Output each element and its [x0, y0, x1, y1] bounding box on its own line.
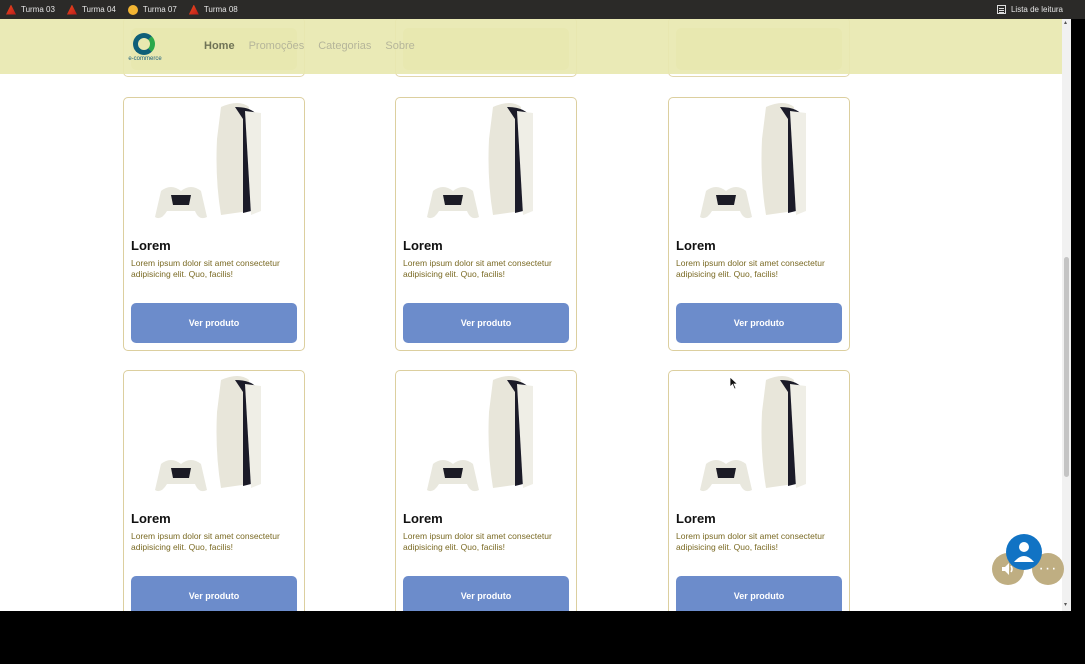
flame-icon [188, 4, 199, 15]
product-title: Lorem [676, 238, 716, 253]
scroll-thumb[interactable] [1064, 257, 1069, 477]
product-title: Lorem [131, 238, 171, 253]
bookmark-turma-08[interactable]: Turma 08 [188, 4, 238, 15]
e-logo-icon [133, 33, 155, 55]
scroll-up-icon[interactable]: ▴ [1064, 20, 1069, 26]
product-card: Lorem Lorem ipsum dolor sit amet consect… [668, 370, 850, 611]
product-image [427, 376, 533, 492]
screen-bottom-bar [0, 611, 1085, 664]
logo-text: e-commerce [128, 56, 162, 62]
product-image [155, 103, 261, 219]
logo[interactable]: e-commerce [122, 33, 168, 63]
product-image [700, 103, 806, 219]
page-viewport: e-commerce Home Promoções Categorias Sob… [0, 19, 1071, 611]
bookmark-label: Turma 03 [21, 5, 55, 14]
scroll-down-icon[interactable]: ▾ [1064, 602, 1069, 608]
bookmark-label: Turma 07 [142, 5, 177, 14]
reading-list-button[interactable]: Lista de leitura [996, 0, 1063, 19]
bookmarks-bar: Turma 03 Turma 04 Turma 07 Turma 08 List… [0, 0, 1085, 19]
bookmark-label: Turma 04 [81, 5, 116, 14]
product-title: Lorem [131, 511, 171, 526]
bookmark-turma-04[interactable]: Turma 04 [66, 4, 116, 15]
face-icon [127, 4, 138, 15]
product-card: Lorem Lorem ipsum dolor sit amet consect… [123, 370, 305, 611]
bookmark-label: Turma 08 [203, 5, 238, 14]
nav-promocoes[interactable]: Promoções [249, 40, 305, 52]
product-title: Lorem [403, 511, 443, 526]
ver-produto-button[interactable]: Ver produto [676, 576, 842, 611]
product-card: Lorem Lorem ipsum dolor sit amet consect… [668, 97, 850, 351]
bookmark-turma-03[interactable]: Turma 03 [6, 4, 55, 15]
site-header: e-commerce Home Promoções Categorias Sob… [0, 19, 1062, 74]
ver-produto-button[interactable]: Ver produto [676, 303, 842, 343]
product-description: Lorem ipsum dolor sit amet consectetur a… [676, 258, 825, 279]
nav-sobre[interactable]: Sobre [385, 40, 414, 52]
product-image [700, 376, 806, 492]
nav-home[interactable]: Home [204, 40, 235, 52]
product-image [155, 376, 261, 492]
product-description: Lorem ipsum dolor sit amet consectetur a… [131, 258, 280, 279]
user-icon[interactable] [1006, 534, 1042, 570]
main-nav: Home Promoções Categorias Sobre [204, 40, 429, 52]
nav-categorias[interactable]: Categorias [318, 40, 371, 52]
bookmark-turma-07[interactable]: Turma 07 [127, 4, 177, 15]
product-title: Lorem [676, 511, 716, 526]
flame-icon [6, 4, 16, 15]
mouse-cursor-icon [729, 376, 739, 390]
flame-icon [66, 4, 77, 15]
product-card: Lorem Lorem ipsum dolor sit amet consect… [395, 370, 577, 611]
user-icon [1014, 542, 1034, 562]
product-card: Lorem Lorem ipsum dolor sit amet consect… [395, 97, 577, 351]
product-description: Lorem ipsum dolor sit amet consectetur a… [676, 531, 825, 552]
product-image [427, 103, 533, 219]
product-description: Lorem ipsum dolor sit amet consectetur a… [403, 258, 552, 279]
reading-list-icon [996, 5, 1006, 14]
product-description: Lorem ipsum dolor sit amet consectetur a… [131, 531, 280, 552]
ver-produto-button[interactable]: Ver produto [403, 576, 569, 611]
ver-produto-button[interactable]: Ver produto [403, 303, 569, 343]
product-card: Lorem Lorem ipsum dolor sit amet consect… [123, 97, 305, 351]
product-title: Lorem [403, 238, 443, 253]
ver-produto-button[interactable]: Ver produto [131, 303, 297, 343]
product-description: Lorem ipsum dolor sit amet consectetur a… [403, 531, 552, 552]
scrollbar[interactable]: ▴ ▾ [1062, 19, 1071, 611]
ver-produto-button[interactable]: Ver produto [131, 576, 297, 611]
reading-list-label: Lista de leitura [1010, 5, 1063, 14]
